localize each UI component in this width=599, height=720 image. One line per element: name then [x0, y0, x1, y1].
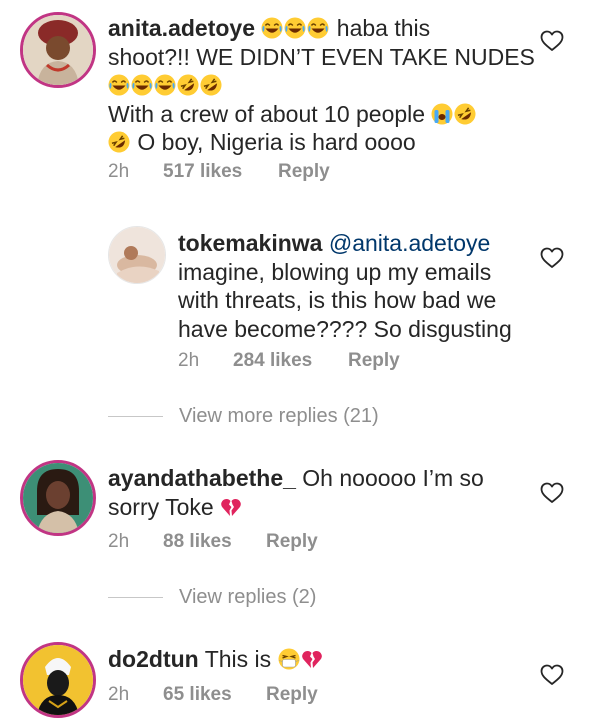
- mention-link[interactable]: @anita.adetoye: [329, 230, 490, 256]
- face-with-tears-of-joy-emoji: [261, 17, 283, 39]
- comment-text: have become???? So disgusting: [178, 315, 512, 342]
- heart-outline-icon[interactable]: [540, 247, 564, 269]
- comment-timestamp: 2h: [108, 531, 130, 552]
- comment-text: imagine, blowing up my emails: [178, 258, 492, 285]
- comment-text: Oh nooooo I’m so: [302, 465, 484, 491]
- broken-heart-emoji: [301, 648, 323, 670]
- heart-outline-icon[interactable]: [540, 30, 564, 52]
- comment-body: ayandathabethe_ Oh nooooo I’m so sorry T…: [108, 464, 528, 521]
- comment-username[interactable]: ayandathabethe_: [108, 465, 296, 491]
- reply-button[interactable]: Reply: [348, 350, 400, 372]
- comment-text: O boy, Nigeria is hard oooo: [137, 129, 416, 155]
- comment-text: haba this: [336, 15, 431, 41]
- broken-heart-emoji: [220, 496, 242, 518]
- comment-text: With a crew of about 10 people: [108, 100, 426, 127]
- view-more-replies-button[interactable]: View more replies (21): [108, 405, 379, 428]
- divider: [108, 416, 163, 417]
- reply-button[interactable]: Reply: [266, 531, 318, 553]
- face-with-medical-mask-emoji: [278, 648, 300, 670]
- comment-timestamp: 2h: [108, 161, 130, 182]
- comment-body: do2dtun This is: [108, 645, 528, 674]
- avatar-photo: [109, 227, 165, 283]
- heart-outline-icon[interactable]: [540, 482, 564, 504]
- reply-button[interactable]: Reply: [266, 684, 318, 706]
- comment-text: with threats, is this how bad we: [178, 287, 497, 313]
- face-with-tears-of-joy-emoji: [108, 74, 130, 96]
- loudly-crying-face-emoji: [431, 103, 453, 125]
- comment-body: anita.adetoye haba this shoot?!! WE DIDN…: [108, 14, 568, 157]
- view-replies-label: View replies (2): [179, 586, 317, 608]
- view-more-replies-label: View more replies (21): [179, 405, 379, 427]
- rolling-on-the-floor-laughing-emoji: [454, 103, 476, 125]
- rolling-on-the-floor-laughing-emoji: [200, 74, 222, 96]
- comment-text: sorry Toke: [108, 493, 214, 520]
- avatar[interactable]: [108, 226, 166, 284]
- divider: [108, 597, 163, 598]
- reply-body: tokemakinwa @anita.adetoye imagine, blow…: [178, 229, 538, 343]
- comment-username[interactable]: anita.adetoye: [108, 15, 255, 41]
- comment-meta: 2h 284 likes Reply: [178, 350, 400, 372]
- comment-meta: 2h 88 likes Reply: [108, 531, 318, 553]
- avatar[interactable]: [20, 12, 96, 88]
- face-with-tears-of-joy-emoji: [131, 74, 153, 96]
- comment-meta: 2h 517 likes Reply: [108, 161, 330, 183]
- comment-text: This is: [204, 646, 272, 672]
- reply-button[interactable]: Reply: [278, 161, 330, 183]
- rolling-on-the-floor-laughing-emoji: [177, 74, 199, 96]
- rolling-on-the-floor-laughing-emoji: [108, 131, 130, 153]
- avatar[interactable]: [20, 642, 96, 718]
- comment-timestamp: 2h: [108, 684, 130, 705]
- face-with-tears-of-joy-emoji: [154, 74, 176, 96]
- comment-username[interactable]: do2dtun: [108, 646, 199, 672]
- emoji-row: [108, 71, 568, 100]
- heart-outline-icon[interactable]: [540, 664, 564, 686]
- comment-text: shoot?!! WE DIDN’T EVEN TAKE NUDES: [108, 43, 535, 70]
- likes-count[interactable]: 517 likes: [163, 161, 278, 183]
- face-with-tears-of-joy-emoji: [307, 17, 329, 39]
- avatar-photo: [23, 15, 93, 85]
- comment-timestamp: 2h: [178, 350, 200, 371]
- likes-count[interactable]: 65 likes: [163, 684, 266, 706]
- likes-count[interactable]: 284 likes: [233, 350, 348, 372]
- face-with-tears-of-joy-emoji: [284, 17, 306, 39]
- comment-meta: 2h 65 likes Reply: [108, 684, 318, 706]
- likes-count[interactable]: 88 likes: [163, 531, 266, 553]
- avatar-photo: [23, 463, 93, 533]
- comment-username[interactable]: tokemakinwa: [178, 230, 322, 256]
- avatar[interactable]: [20, 460, 96, 536]
- view-replies-button[interactable]: View replies (2): [108, 586, 316, 609]
- avatar-photo: [23, 645, 93, 715]
